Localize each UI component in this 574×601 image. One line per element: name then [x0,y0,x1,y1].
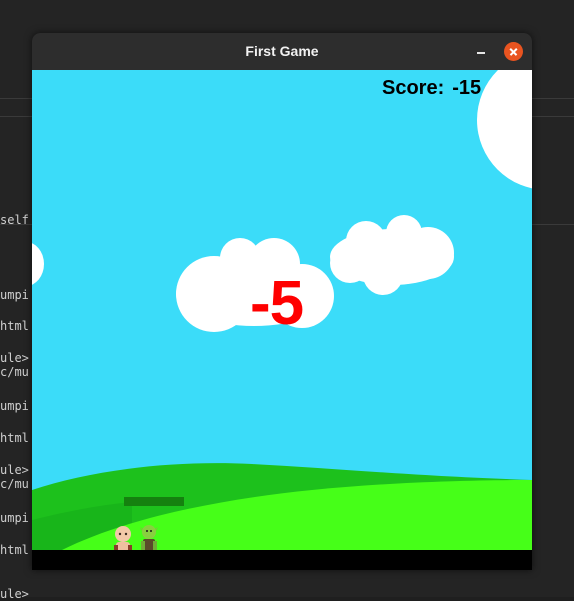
score-display: Score: -15 [382,77,481,100]
close-icon[interactable] [504,42,523,61]
code-fragment: html [0,543,29,557]
health-bar [124,497,184,506]
code-fragment: umpi [0,288,29,302]
damage-popup: -5 [250,269,304,338]
window-title: First Game [245,43,319,59]
game-window: First Game Score: -15 -5 [32,33,532,570]
code-fragment: html [0,431,29,445]
game-canvas[interactable]: Score: -15 -5 [32,70,532,550]
window-bottom-bar [32,550,532,570]
cloud-upper-right [330,215,454,295]
minimize-icon[interactable] [472,42,490,60]
score-label: Score: [382,77,445,99]
code-fragment: ule> [0,351,29,365]
code-fragment: html [0,319,29,333]
goblin-enemy-sprite [140,525,158,550]
score-value: -15 [452,77,482,99]
code-fragment: c/mu [0,365,29,379]
code-fragment: c/mu [0,477,29,491]
code-fragment: ule> [0,463,29,477]
code-fragment: ule> [0,587,29,601]
code-fragment: umpi [0,399,29,413]
window-titlebar[interactable]: First Game [32,33,532,70]
code-fragment: umpi [0,511,29,525]
cloud-left-edge [32,243,44,285]
code-fragment: self [0,213,29,227]
player-sprite [114,526,132,550]
ground-hills [32,463,532,550]
